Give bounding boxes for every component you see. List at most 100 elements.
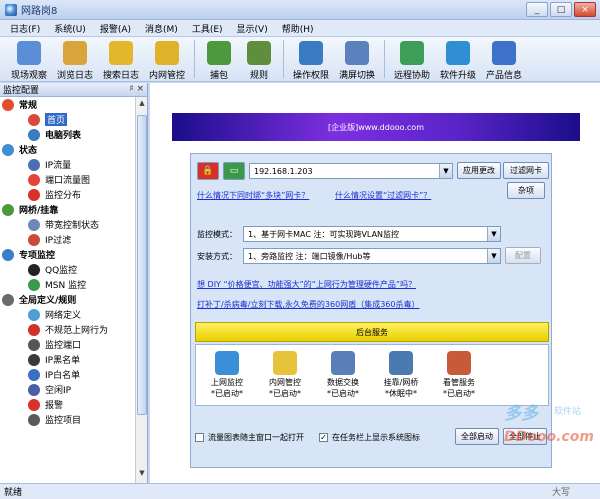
checkbox-box[interactable]: ✓	[319, 433, 328, 442]
toolbar-label: 软件升级	[439, 71, 476, 81]
tree-group[interactable]: 全局定义/规则	[0, 292, 136, 307]
chevron-down-icon[interactable]: ▼	[487, 227, 500, 241]
tree-item[interactable]: 网络定义	[0, 307, 136, 322]
toolbar-button-3[interactable]: 内网管控	[144, 37, 190, 81]
traffic-chart-checkbox[interactable]: 流量图表随主窗口一起打开	[195, 432, 304, 443]
toolbar-button-8[interactable]: 远程协助	[389, 37, 435, 81]
link-multi-nic[interactable]: 什么情况下同时绑“多块”网卡？	[197, 190, 309, 201]
tree-group[interactable]: 专项监控	[0, 247, 136, 262]
tree-node-label: IP流量	[45, 161, 72, 171]
scroll-thumb[interactable]	[137, 115, 147, 415]
link-filter-nic[interactable]: 什么情况设置“过滤网卡”？	[335, 190, 431, 201]
toolbar-button-2[interactable]: 搜索日志	[98, 37, 144, 81]
toolbar-button-1[interactable]: 浏览日志	[52, 37, 98, 81]
ip-select[interactable]: 192.168.1.203 ▼	[249, 163, 453, 179]
permission-icon	[299, 41, 323, 65]
toolbar-label: 捕包	[209, 71, 228, 81]
menu-tools[interactable]: 工具(E)	[192, 22, 223, 35]
tree-item[interactable]: IP流量	[0, 157, 136, 172]
tree-node-icon	[2, 143, 14, 156]
misc-button[interactable]: 杂项	[507, 182, 545, 199]
tree-item[interactable]: MSN 监控	[0, 277, 136, 292]
tree-node-label: 监控分布	[45, 191, 82, 201]
eye-icon	[17, 41, 41, 65]
toolbar-label: 内网管控	[148, 71, 185, 81]
apply-change-button[interactable]: 应用更改	[457, 162, 501, 179]
tree-node-icon	[28, 278, 40, 291]
tree-item[interactable]: 监控分布	[0, 187, 136, 202]
menu-log[interactable]: 日志(F)	[10, 22, 40, 35]
watermark-text-1: 多多	[504, 404, 538, 424]
lock-icon[interactable]: 🔒	[197, 162, 219, 180]
chevron-down-icon[interactable]: ▼	[487, 249, 500, 263]
filter-nic-button[interactable]: 过滤网卡	[503, 162, 549, 179]
config-button[interactable]: 配置	[505, 247, 541, 264]
tree-group[interactable]: 常规	[0, 97, 136, 112]
tree-group[interactable]: 状态	[0, 142, 136, 157]
tree-node-icon	[28, 323, 40, 336]
menu-alarm[interactable]: 报警(A)	[100, 22, 131, 35]
toolbar-button-10[interactable]: 产品信息	[481, 37, 527, 81]
mode-value: 1、基于网卡MAC 注：可实现跨VLAN监控	[248, 229, 400, 239]
tree-item[interactable]: QQ监控	[0, 262, 136, 277]
service-item[interactable]: 内网管控 *已启动*	[258, 351, 312, 399]
tree-item[interactable]: 端口流量图	[0, 172, 136, 187]
exchange-service-icon	[331, 351, 355, 375]
chevron-down-icon[interactable]: ▼	[439, 164, 452, 178]
tree-node-label: 报警	[45, 401, 64, 411]
service-item[interactable]: 看管服务 *已启动*	[432, 351, 486, 399]
maximize-button[interactable]: □	[550, 2, 572, 17]
tree-item[interactable]: 报警	[0, 397, 136, 412]
tray-icon-checkbox[interactable]: ✓ 在任务栏上显示系统图标	[319, 432, 420, 443]
toolbar-button-5[interactable]: 规则	[239, 37, 279, 81]
service-title-bar: 后台服务	[195, 322, 549, 342]
service-item[interactable]: 数据交换 *已启动*	[316, 351, 370, 399]
toolbar-label: 满屏切换	[338, 71, 375, 81]
toolbar-button-4[interactable]: 捕包	[199, 37, 239, 81]
tree-item[interactable]: 首页	[0, 112, 136, 127]
tree-item[interactable]: 电脑列表	[0, 127, 136, 142]
toolbar-separator	[384, 40, 385, 78]
minimize-button[interactable]: _	[526, 2, 548, 17]
panel-pin-close-icon[interactable]: ♯ ×	[129, 84, 144, 94]
service-panel: 上网监控 *已启动* 内网管控 *已启动* 数据交换 *已启动* 挂靠/网桥 *休眠中* 看管服…	[195, 344, 549, 406]
scroll-up-icon[interactable]: ▲	[137, 99, 147, 111]
install-select[interactable]: 1、旁路监控 注：端口镜像/Hub等 ▼	[243, 248, 501, 264]
checkbox-box[interactable]	[195, 433, 204, 442]
tree-item[interactable]: 监控端口	[0, 337, 136, 352]
menu-system[interactable]: 系统(U)	[54, 22, 86, 35]
nic-icon[interactable]: ▭	[223, 162, 245, 180]
menu-help[interactable]: 帮助(H)	[282, 22, 314, 35]
tree-scrollbar[interactable]: ▲ ▼	[135, 97, 147, 483]
tree-node-icon	[2, 248, 14, 261]
tree-item[interactable]: 不规范上网行为	[0, 322, 136, 337]
close-button[interactable]: ×	[574, 2, 596, 17]
watermark-logo: 多多 软件站 DDooo.com	[476, 399, 600, 463]
tree-item[interactable]: IP白名单	[0, 367, 136, 382]
mode-label: 监控模式：	[197, 230, 237, 239]
menu-view[interactable]: 显示(V)	[237, 22, 268, 35]
menu-message[interactable]: 消息(M)	[145, 22, 178, 35]
service-item[interactable]: 上网监控 *已启动*	[200, 351, 254, 399]
tree-node-label: 网桥/挂靠	[19, 206, 59, 216]
scroll-down-icon[interactable]: ▼	[137, 469, 147, 481]
edition-banner: [企业版]www.ddooo.com	[172, 113, 580, 141]
bridge-service-icon	[389, 351, 413, 375]
tree-group[interactable]: 网桥/挂靠	[0, 202, 136, 217]
toolbar-button-6[interactable]: 操作权限	[288, 37, 334, 81]
tree-item[interactable]: IP过滤	[0, 232, 136, 247]
toolbar-button-0[interactable]: 现场观察	[6, 37, 52, 81]
link-hardware[interactable]: 想 DIY “价格便宜、功能强大”的“上网行为管理硬件产品”吗？	[197, 279, 416, 290]
toolbar-button-9[interactable]: 软件升级	[435, 37, 481, 81]
mode-select[interactable]: 1、基于网卡MAC 注：可实现跨VLAN监控 ▼	[243, 226, 501, 242]
tree-item[interactable]: 空闲IP	[0, 382, 136, 397]
tree-node-label: 首页	[45, 113, 68, 126]
tree-item[interactable]: 带宽控制状态	[0, 217, 136, 232]
watermark-text-3: DDooo.com	[504, 429, 594, 445]
tree-item[interactable]: IP黑名单	[0, 352, 136, 367]
service-item[interactable]: 挂靠/网桥 *休眠中*	[374, 351, 428, 399]
link-360[interactable]: 打补丁/杀病毒/立刻下载,永久免费的360网盾（集成360杀毒）	[197, 299, 419, 310]
tree-item[interactable]: 监控项目	[0, 412, 136, 427]
toolbar-button-7[interactable]: 满屏切换	[334, 37, 380, 81]
monitor-config-panel: 监控配置 ♯ × 常规 首页 电脑列表 状态 IP流量 端口流量图 监控分布 网桥/挂靠 带宽控…	[0, 83, 148, 483]
